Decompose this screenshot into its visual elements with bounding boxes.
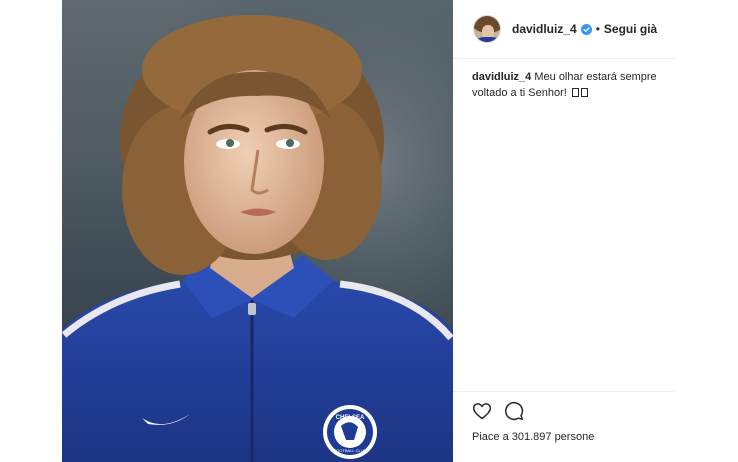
avatar[interactable] — [473, 15, 501, 43]
emoji-placeholder-icon — [580, 88, 588, 97]
post-actions: Piace a 301.897 persone — [453, 391, 675, 443]
heart-icon[interactable] — [472, 401, 492, 421]
post-details-panel: davidluiz_4 • Segui già davidluiz_4 Meu … — [453, 0, 675, 462]
chelsea-crest-icon: CHELSEA FOOTBALL CLUB — [323, 405, 377, 459]
player-portrait: CHELSEA FOOTBALL CLUB — [62, 0, 453, 462]
emoji-placeholder-icon — [571, 88, 579, 97]
likes-count[interactable]: Piace a 301.897 persone — [472, 431, 675, 443]
post-caption: davidluiz_4 Meu olhar estará sempre volt… — [472, 69, 668, 101]
username-link[interactable]: davidluiz_4 — [512, 22, 577, 36]
separator-dot: • — [595, 22, 600, 36]
caption-username[interactable]: davidluiz_4 — [472, 71, 531, 83]
post-header: davidluiz_4 • Segui già — [453, 0, 675, 59]
comment-icon[interactable] — [504, 401, 524, 421]
crest-text-bottom: FOOTBALL CLUB — [334, 448, 367, 453]
crest-text-top: CHELSEA — [336, 415, 365, 421]
following-button[interactable]: Segui già — [604, 22, 657, 36]
verified-badge-icon — [580, 23, 592, 35]
post-photo[interactable]: CHELSEA FOOTBALL CLUB — [62, 0, 453, 462]
